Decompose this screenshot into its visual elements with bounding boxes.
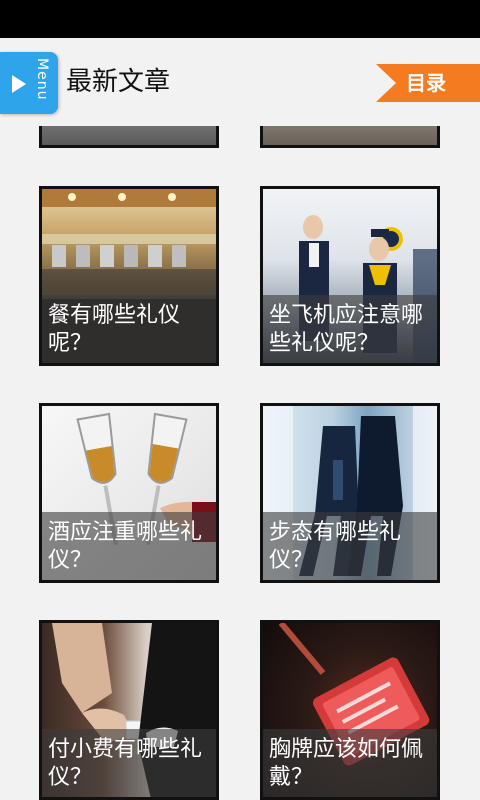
article-title: 胸牌应该如何佩戴？	[263, 729, 437, 797]
article-card-wine[interactable]: 酒应注重哪些礼仪？	[39, 403, 219, 583]
catalog-button[interactable]: 目录	[376, 64, 480, 102]
article-card-tipping[interactable]: 付小费有哪些礼仪？	[39, 620, 219, 800]
article-card-dining[interactable]: 餐有哪些礼仪呢？	[39, 186, 219, 366]
article-card-badge[interactable]: 胸牌应该如何佩戴？	[260, 620, 440, 800]
article-title: 付小费有哪些礼仪？	[42, 729, 216, 797]
status-bar	[0, 0, 480, 38]
play-icon	[12, 75, 26, 93]
article-title: 餐有哪些礼仪呢？	[42, 295, 216, 363]
article-title: 酒应注重哪些礼仪？	[42, 512, 216, 580]
menu-label: Menu	[34, 58, 50, 101]
app-header: Menu 最新文章 目录	[0, 38, 480, 126]
article-title: 坐飞机应注意哪些礼仪呢？	[263, 295, 437, 363]
app-screen: 餐有哪些礼仪呢？ 坐飞机应注意哪些礼仪呢？ 酒应注重哪些礼仪？ 步态有哪些礼仪？…	[0, 38, 480, 800]
article-card-flight[interactable]: 坐飞机应注意哪些礼仪呢？	[260, 186, 440, 366]
article-title: 步态有哪些礼仪？	[263, 512, 437, 580]
article-card-walking[interactable]: 步态有哪些礼仪？	[260, 403, 440, 583]
menu-button[interactable]: Menu	[0, 52, 58, 114]
article-grid: 餐有哪些礼仪呢？ 坐飞机应注意哪些礼仪呢？ 酒应注重哪些礼仪？ 步态有哪些礼仪？…	[0, 38, 480, 800]
page-title: 最新文章	[66, 67, 171, 97]
catalog-label: 目录	[406, 71, 446, 95]
